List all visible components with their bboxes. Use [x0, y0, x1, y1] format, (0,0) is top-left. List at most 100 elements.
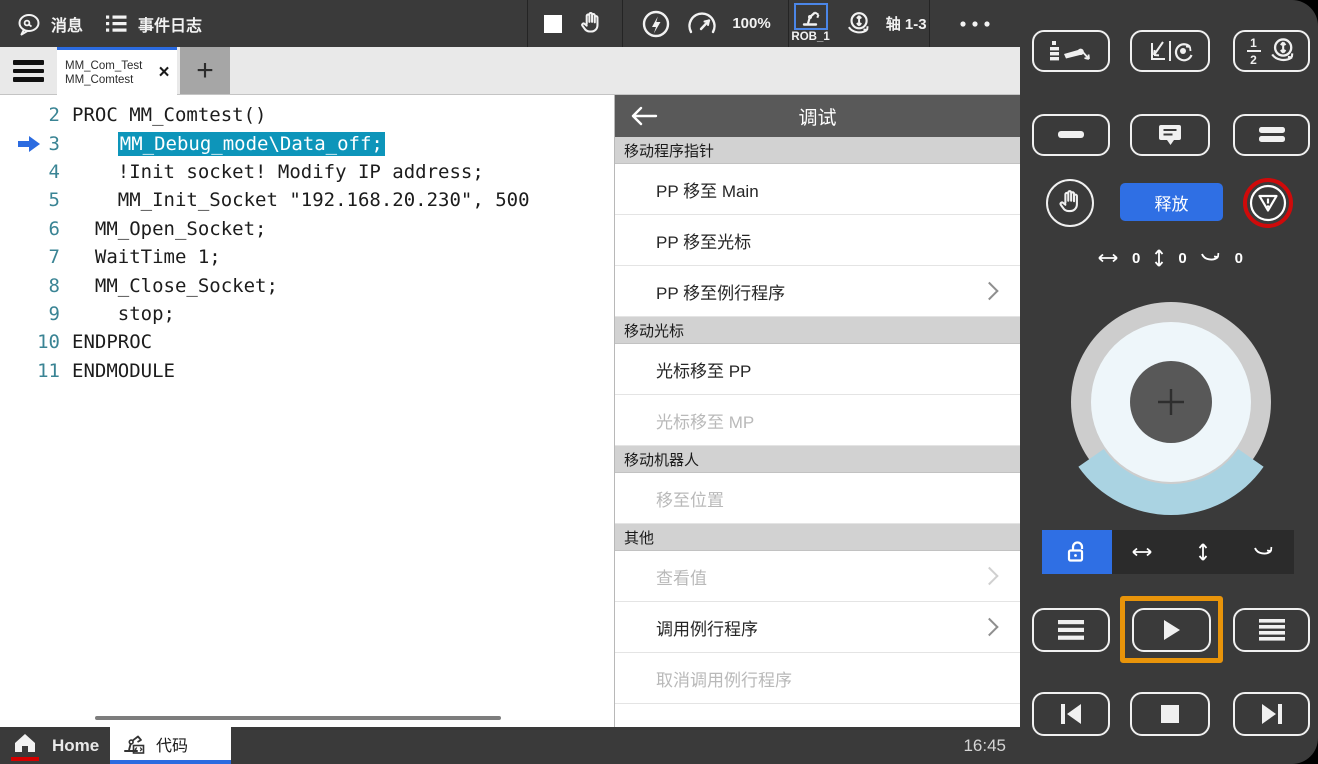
- code-line-2[interactable]: 2PROC MM_Comtest(): [0, 101, 614, 129]
- debug-section-header: 移动程序指针: [615, 137, 1020, 164]
- three-bars-icon: [1058, 620, 1084, 640]
- code-editor[interactable]: 2PROC MM_Comtest()3MM_Debug_mode\Data_of…: [0, 95, 614, 727]
- tab-module-name: MM_Com_Test: [65, 59, 151, 73]
- debug-panel-title: 调试: [615, 103, 1020, 130]
- tab-routine-name: MM_Comtest: [65, 73, 151, 87]
- document-tab-bar: MM_Com_Test MM_Comtest × +: [0, 47, 1020, 95]
- tab-close-icon[interactable]: ×: [151, 62, 177, 84]
- robot-axis-group: ROB_1 轴 1-3: [788, 0, 929, 47]
- line-number: 7: [0, 246, 72, 268]
- code-line-7[interactable]: 7WaitTime 1;: [0, 243, 614, 271]
- robot-selector[interactable]: ROB_1: [791, 3, 829, 44]
- message-bubble-icon: [16, 12, 42, 36]
- play-button[interactable]: [1132, 608, 1211, 652]
- more-menu-button[interactable]: [929, 0, 1020, 47]
- code-text: !Init socket! Modify IP address;: [118, 161, 484, 183]
- debug-menu-item[interactable]: 查看值: [615, 551, 1020, 602]
- tab-mm-comtest[interactable]: MM_Com_Test MM_Comtest ×: [57, 47, 177, 95]
- debug-menu-item[interactable]: 调用例行程序: [615, 602, 1020, 653]
- debug-menu-item[interactable]: 光标移至 PP: [615, 344, 1020, 395]
- top-status-bar: 消息 事件日志: [0, 0, 1020, 47]
- touch-jog-button[interactable]: [1046, 179, 1094, 227]
- horizontal-scrollbar[interactable]: [95, 716, 501, 720]
- instruction-menu-button[interactable]: [1233, 608, 1310, 652]
- motors-on-icon[interactable]: [640, 8, 672, 40]
- line-number: 6: [0, 218, 72, 240]
- axis-vertical-button[interactable]: [1183, 532, 1223, 572]
- axis-rotation-button[interactable]: [1244, 532, 1284, 572]
- code-text: PROC MM_Comtest(): [72, 104, 266, 126]
- jog-value-x: 0: [1132, 250, 1140, 267]
- debug-menu-item[interactable]: PP 移至光标: [615, 215, 1020, 266]
- stop-button[interactable]: [1130, 692, 1210, 736]
- line-number: 2: [0, 104, 72, 126]
- comment-bubble-icon: [1155, 122, 1185, 148]
- single-step-mode-button[interactable]: [1032, 114, 1110, 156]
- debug-menu-item[interactable]: 移至位置: [615, 473, 1020, 524]
- task-tab-code[interactable]: 代码: [110, 727, 231, 764]
- teach-pendant-screen: 消息 事件日志: [0, 0, 1318, 764]
- rotation-arrow-icon: [1252, 545, 1276, 559]
- code-text: MM_Init_Socket "192.168.20.230", 500: [118, 189, 530, 211]
- step-backward-button[interactable]: [1032, 692, 1110, 736]
- debug-section-header: 移动光标: [615, 317, 1020, 344]
- code-text: MM_Open_Socket;: [95, 218, 267, 240]
- jog-value-y: 0: [1178, 250, 1186, 267]
- line-number: 8: [0, 275, 72, 297]
- messages-button[interactable]: 消息: [16, 0, 83, 47]
- stop-square-icon: [1161, 705, 1179, 723]
- stopped-state-icon[interactable]: [544, 15, 562, 33]
- top-bar-right-groups: 100% ROB_1: [527, 0, 1020, 47]
- more-dots-icon: [958, 20, 992, 28]
- code-line-4[interactable]: 4!Init socket! Modify IP address;: [0, 158, 614, 186]
- code-line-3[interactable]: 3MM_Debug_mode\Data_off;: [0, 129, 614, 157]
- code-line-5[interactable]: 5 MM_Init_Socket "192.168.20.230", 500: [0, 186, 614, 214]
- speed-gauge-icon[interactable]: [686, 12, 718, 36]
- linear-reorient-toggle-button[interactable]: [1130, 30, 1210, 72]
- code-line-9[interactable]: 9stop;: [0, 300, 614, 328]
- line-number: 10: [0, 331, 72, 353]
- code-line-10[interactable]: 10ENDPROC: [0, 328, 614, 356]
- line-number: 5: [0, 189, 72, 211]
- debug-menu-item[interactable]: 光标移至 MP: [615, 395, 1020, 446]
- single-bar-icon: [1058, 131, 1084, 139]
- program-pointer-icon: [18, 136, 41, 152]
- debug-menu-item[interactable]: PP 移至 Main: [615, 164, 1020, 215]
- home-label: Home: [52, 736, 99, 756]
- jog-wheel[interactable]: [1061, 286, 1281, 518]
- horizontal-axis-icon: [1097, 252, 1119, 264]
- home-button[interactable]: Home: [12, 727, 99, 764]
- release-button[interactable]: 释放: [1120, 183, 1223, 221]
- menu-hamburger-button[interactable]: [13, 60, 44, 82]
- axis-mode-icon[interactable]: [844, 10, 872, 38]
- routine-menu-button[interactable]: [1032, 608, 1110, 652]
- axis-group-toggle-button[interactable]: 1 2: [1233, 30, 1310, 72]
- chevron-right-icon: [980, 282, 998, 300]
- axis-horizontal-button[interactable]: [1122, 532, 1162, 572]
- code-text: MM_Debug_mode\Data_off;: [118, 132, 385, 156]
- rotation-axis-icon: [1200, 251, 1222, 265]
- horizontal-arrow-icon: [1130, 546, 1154, 558]
- program-jog-settings-button[interactable]: [1032, 30, 1110, 72]
- debug-menu-item[interactable]: PP 移至例行程序: [615, 266, 1020, 317]
- event-log-list-icon: [103, 12, 129, 35]
- comment-button[interactable]: [1130, 114, 1210, 156]
- code-line-6[interactable]: 6 MM_Open_Socket;: [0, 215, 614, 243]
- open-padlock-icon: [1064, 539, 1090, 565]
- event-log-button[interactable]: 事件日志: [103, 0, 202, 47]
- debug-menu-item[interactable]: 取消调用例行程序: [615, 653, 1020, 704]
- add-tab-button[interactable]: +: [180, 47, 230, 94]
- code-line-11[interactable]: 11ENDMODULE: [0, 357, 614, 385]
- axis-unlock-button[interactable]: [1042, 530, 1112, 574]
- code-text: stop;: [118, 303, 175, 325]
- code-text: ENDMODULE: [72, 360, 175, 382]
- emergency-stop-indicator[interactable]: [1243, 178, 1293, 228]
- code-line-8[interactable]: 8MM_Close_Socket;: [0, 271, 614, 299]
- double-bar-mode-button[interactable]: [1233, 114, 1310, 156]
- line-number: 11: [0, 360, 72, 382]
- vertical-axis-icon: [1153, 248, 1165, 268]
- step-forward-button[interactable]: [1233, 692, 1310, 736]
- code-task-icon: [120, 731, 147, 757]
- robot-name: ROB_1: [791, 32, 829, 44]
- manual-mode-hand-icon[interactable]: [576, 10, 606, 38]
